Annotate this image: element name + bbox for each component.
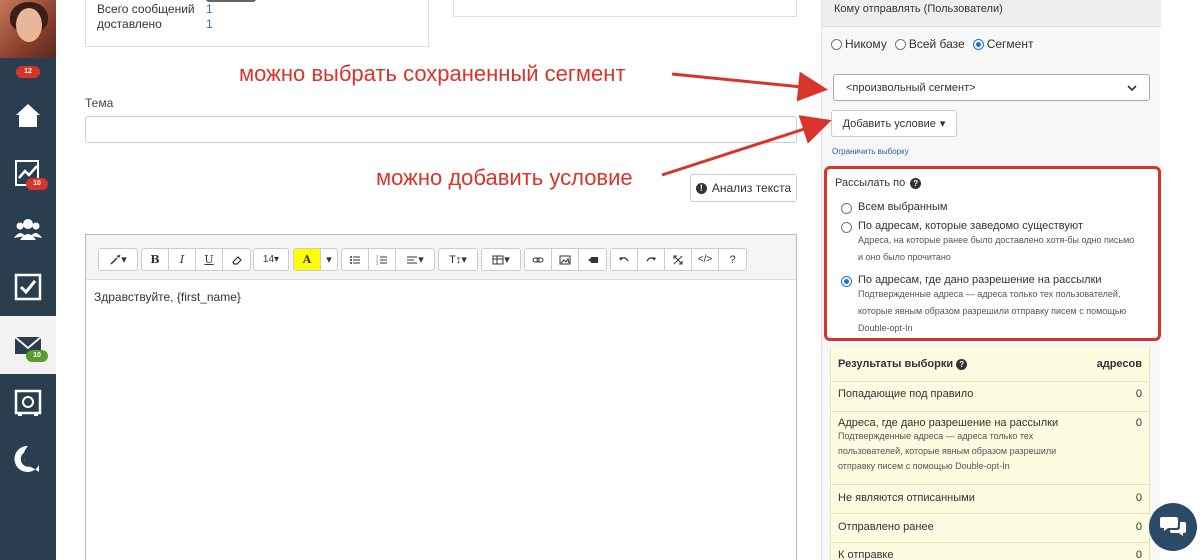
table-row: К отправке 0 bbox=[838, 549, 1142, 560]
users-icon bbox=[14, 219, 42, 240]
help-icon[interactable]: ? bbox=[956, 358, 968, 370]
redo-button[interactable] bbox=[638, 249, 665, 270]
add-condition-button[interactable]: Добавить условие ▾ bbox=[831, 110, 957, 137]
magic-wand-icon bbox=[110, 254, 121, 265]
send-by-existing[interactable]: По адресам, которые заведомо существуют … bbox=[841, 220, 1134, 266]
eraser-icon bbox=[231, 255, 242, 265]
annotation-segment: можно выбрать сохраненный сегмент bbox=[239, 61, 626, 86]
logo-c-icon bbox=[14, 445, 39, 472]
stats-total-label: Всего сообщений bbox=[97, 2, 195, 16]
subject-label: Тема bbox=[85, 96, 114, 110]
numbered-list-button[interactable]: 123 bbox=[369, 249, 396, 270]
chat-bubbles-icon bbox=[1160, 517, 1186, 536]
sidebar-item-analytics[interactable]: 10 bbox=[0, 144, 56, 202]
video-button[interactable] bbox=[579, 249, 606, 270]
numbered-list-icon: 123 bbox=[376, 255, 387, 266]
stats-delivered-value: 1 bbox=[206, 17, 213, 31]
chevron-down-icon bbox=[1127, 84, 1137, 91]
svg-text:3: 3 bbox=[376, 262, 378, 266]
bullet-list-icon bbox=[350, 255, 360, 264]
italic-button[interactable]: I bbox=[169, 249, 196, 270]
code-view-button[interactable]: </> bbox=[692, 249, 719, 270]
recipients-radio-group: Никому Всей базе Сегмент bbox=[831, 37, 1033, 51]
stats-total-value: 1 bbox=[206, 2, 213, 16]
results-table: Результаты выборки? адресов Попадающие п… bbox=[830, 347, 1150, 560]
fullscreen-button[interactable] bbox=[665, 249, 692, 270]
home-icon bbox=[16, 104, 40, 127]
chat-button[interactable] bbox=[1149, 503, 1197, 551]
results-header: Результаты выборки? адресов bbox=[831, 347, 1149, 382]
undo-button[interactable] bbox=[611, 249, 638, 270]
radio-segment[interactable]: Сегмент bbox=[972, 37, 1033, 51]
sidebar-item-tasks[interactable] bbox=[0, 258, 56, 316]
redo-icon bbox=[646, 256, 656, 261]
image-button[interactable] bbox=[552, 249, 579, 270]
sidebar-item-safe[interactable] bbox=[0, 374, 56, 432]
sidebar-item-users[interactable] bbox=[0, 200, 56, 258]
stats-box: Всего сообщений 1 доставлено 1 bbox=[85, 0, 429, 47]
send-by-title: Рассылать по bbox=[835, 177, 906, 189]
table-row: Попадающие под правило 0 bbox=[831, 382, 1149, 412]
video-icon bbox=[587, 256, 598, 263]
avatar-badge: 12 bbox=[16, 66, 40, 78]
mail-badge: 10 bbox=[26, 350, 48, 362]
annotation-condition: можно добавить условие bbox=[376, 165, 633, 190]
limit-selection-link[interactable]: Ограничить выборку bbox=[832, 147, 909, 156]
table-row: Не являются отписанными 0 bbox=[831, 485, 1149, 514]
font-size-select[interactable]: 14 ▾ bbox=[254, 249, 288, 270]
segment-select[interactable]: <произвольный сегмент> bbox=[833, 74, 1150, 101]
send-by-box: Рассылать по ? Всем выбранным По адресам… bbox=[824, 166, 1161, 341]
exclamation-icon: ! bbox=[695, 182, 707, 194]
table-row: Отправлено ранее 0 bbox=[831, 514, 1149, 543]
table-icon bbox=[492, 255, 504, 264]
safe-icon bbox=[14, 389, 42, 416]
eraser-button[interactable] bbox=[223, 249, 250, 270]
sidebar-item-logo[interactable] bbox=[0, 430, 56, 488]
sidebar: 12 10 10 bbox=[0, 0, 56, 560]
fullscreen-icon bbox=[673, 255, 683, 264]
message-editor: ▾ B I U 14 ▾ A ▾ 123 ▾ T↕▾ ▾ </> ? Здрав… bbox=[85, 234, 797, 560]
tasks-icon bbox=[14, 273, 42, 301]
analytics-badge: 10 bbox=[26, 178, 48, 190]
analyze-text-label: Анализ текста bbox=[711, 181, 792, 195]
radio-all-base[interactable]: Всей базе bbox=[894, 37, 965, 51]
caret-down-icon: ▾ bbox=[939, 118, 946, 130]
magic-wand-button[interactable]: ▾ bbox=[99, 249, 137, 270]
help-button[interactable]: ? bbox=[719, 249, 746, 270]
link-icon bbox=[532, 257, 544, 262]
subject-input[interactable] bbox=[85, 116, 797, 143]
image-icon bbox=[559, 255, 571, 264]
bullet-list-button[interactable] bbox=[342, 249, 369, 270]
send-by-all-selected[interactable]: Всем выбранным bbox=[841, 201, 947, 214]
table-button[interactable]: ▾ bbox=[482, 249, 520, 270]
help-icon[interactable]: ? bbox=[910, 177, 922, 189]
send-by-permitted[interactable]: По адресам, где дано разрешение на рассы… bbox=[841, 274, 1126, 337]
align-button[interactable]: ▾ bbox=[396, 249, 434, 270]
table-row: Адреса, где дано разрешение на рассылки … bbox=[831, 412, 1149, 485]
analyze-text-button[interactable]: ! Анализ текста bbox=[690, 174, 797, 202]
top-box bbox=[453, 0, 797, 17]
undo-icon bbox=[619, 256, 629, 261]
link-button[interactable] bbox=[525, 249, 552, 270]
bold-button[interactable]: B bbox=[142, 249, 169, 270]
line-height-button[interactable]: T↕▾ bbox=[439, 249, 477, 270]
radio-nobody[interactable]: Никому bbox=[831, 37, 887, 51]
color-dropdown-button[interactable]: ▾ bbox=[321, 249, 337, 270]
editor-toolbar: ▾ B I U 14 ▾ A ▾ 123 ▾ T↕▾ ▾ </> ? bbox=[86, 235, 796, 280]
recipients-header: Кому отправлять (Пользователи) bbox=[822, 0, 1161, 27]
underline-button[interactable]: U bbox=[196, 249, 223, 270]
arrow-to-segment-select bbox=[671, 71, 828, 102]
editor-content[interactable]: Здравствуйте, {first_name} bbox=[94, 290, 241, 304]
align-icon bbox=[407, 256, 418, 263]
avatar[interactable] bbox=[0, 0, 56, 58]
sidebar-item-home[interactable] bbox=[0, 86, 56, 144]
stats-delivered-label: доставлено bbox=[97, 17, 162, 31]
sidebar-item-mail[interactable]: 10 bbox=[0, 316, 56, 374]
tooltip-tip bbox=[206, 0, 256, 2]
highlight-color-button[interactable]: A bbox=[294, 249, 321, 270]
